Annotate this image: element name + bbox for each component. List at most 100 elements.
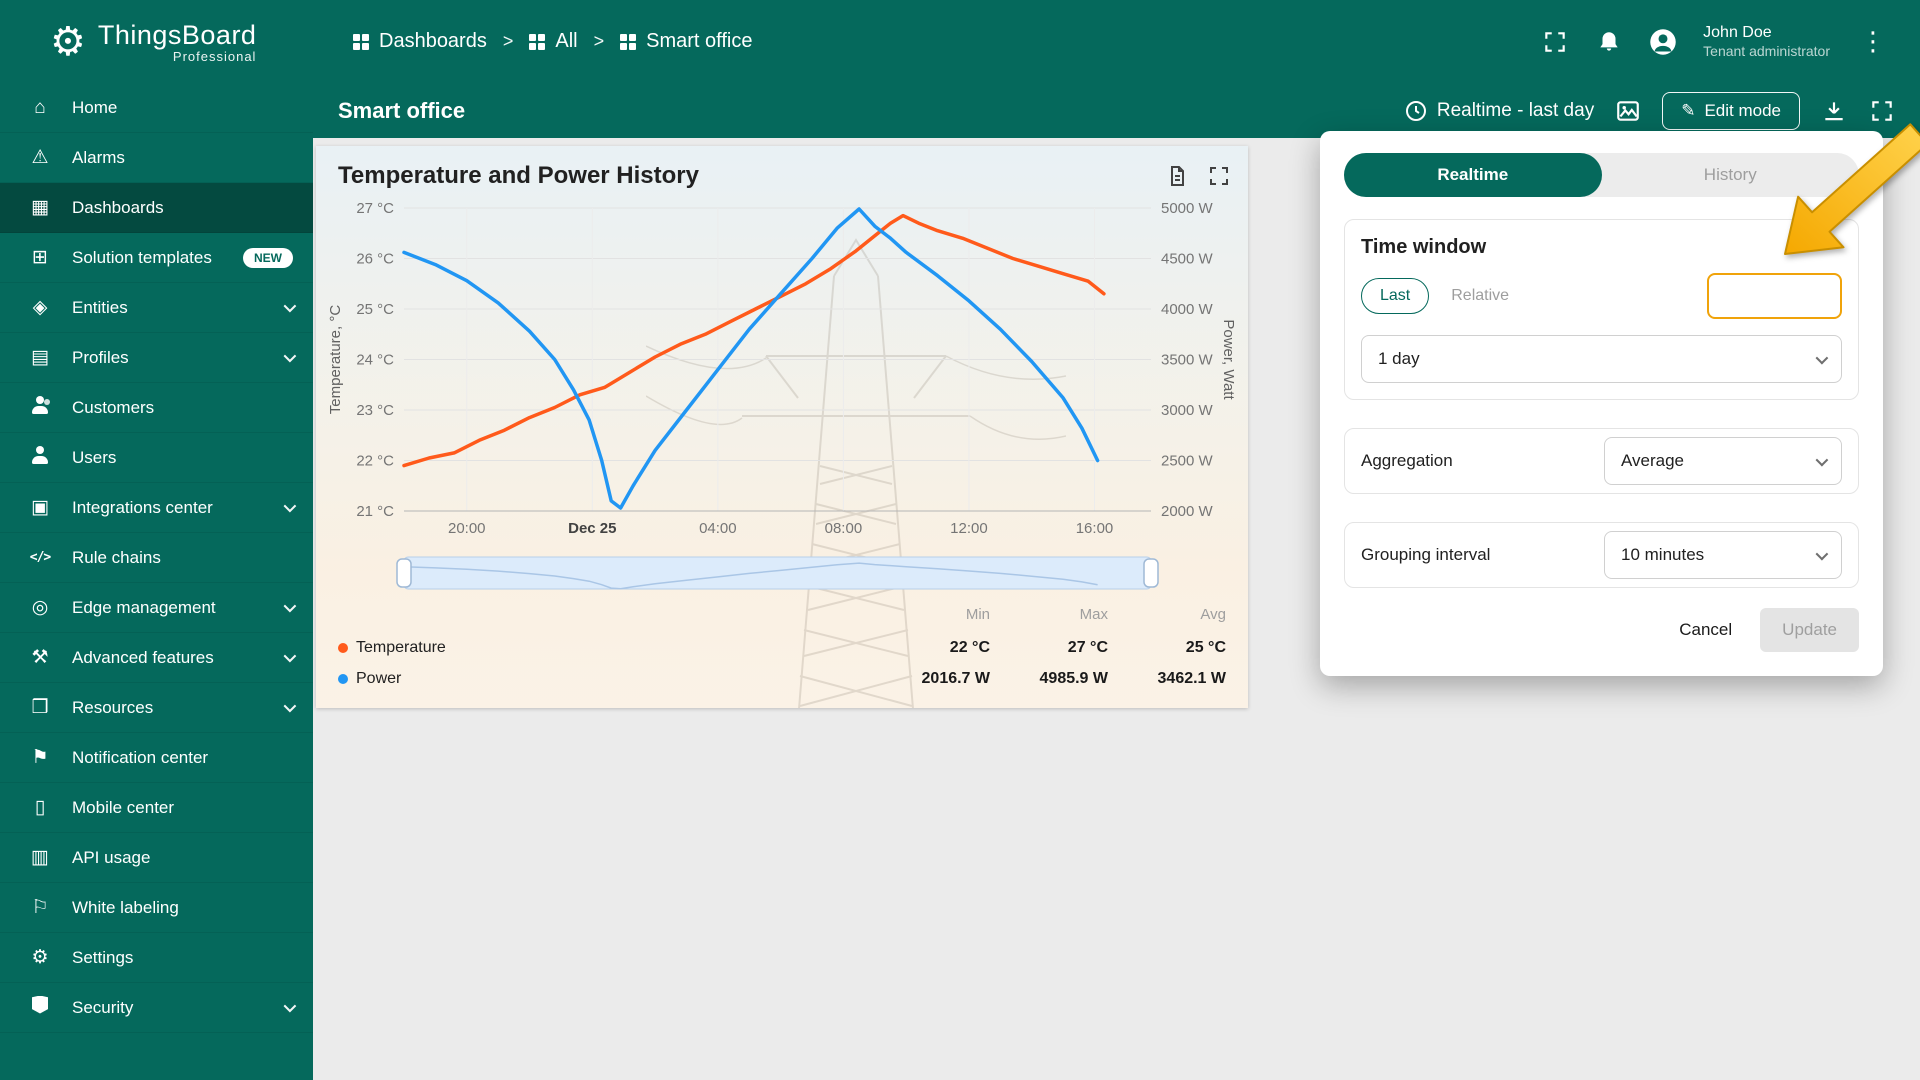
- aggregation-section: Aggregation Average: [1344, 428, 1859, 494]
- edit-mode-label: Edit mode: [1704, 100, 1781, 120]
- sidebar-item-api-usage[interactable]: ▥ API usage: [0, 833, 313, 883]
- sidebar-item-settings[interactable]: ⚙ Settings: [0, 933, 313, 983]
- svg-text:Power, Watt: Power, Watt: [1220, 319, 1237, 400]
- highlighted-empty-field[interactable]: [1707, 273, 1842, 319]
- tab-realtime[interactable]: Realtime: [1344, 153, 1602, 197]
- mode-relative-chip[interactable]: Relative: [1433, 279, 1527, 313]
- breadcrumb-label: Dashboards: [379, 30, 487, 52]
- breadcrumb-item-dashboards[interactable]: Dashboards: [353, 30, 487, 53]
- slider-left-handle[interactable]: [396, 558, 412, 588]
- image-gallery-icon[interactable]: [1614, 97, 1642, 125]
- interval-mode-toggle: Last Relative: [1361, 278, 1527, 314]
- stats-header-max: Max: [1079, 606, 1108, 623]
- mobile-center-icon: ▯: [34, 797, 46, 818]
- app-name: ThingsBoard: [97, 19, 257, 50]
- chart-svg[interactable]: 21 °C 22 °C 23 °C 24 °C 25 °C 26 °C 27 °C 2000 …: [316, 186, 1248, 616]
- entities-icon: ◈: [32, 297, 48, 318]
- chevron-down-icon: [1815, 351, 1829, 364]
- sidebar-item-notification-center[interactable]: ⚑ Notification center: [0, 733, 313, 783]
- sidebar-item-security[interactable]: Security: [0, 983, 313, 1033]
- breadcrumb-separator: >: [502, 31, 514, 51]
- sidebar-item-integrations-center[interactable]: ▣ Integrations center: [0, 483, 313, 533]
- breadcrumb-item-smart-office[interactable]: Smart office: [620, 30, 752, 53]
- user-role: Tenant administrator: [1703, 42, 1830, 59]
- fullscreen-icon[interactable]: [1541, 28, 1569, 56]
- sidebar-item-label: Users: [72, 447, 117, 467]
- sidebar-item-rule-chains[interactable]: </> Rule chains: [0, 533, 313, 583]
- svg-text:24 °C: 24 °C: [356, 352, 394, 369]
- home-icon: ⌂: [34, 96, 46, 118]
- user-info[interactable]: John Doe Tenant administrator: [1703, 23, 1830, 61]
- aggregation-select-value: Average: [1621, 451, 1685, 470]
- widget-fullscreen-icon[interactable]: [1206, 163, 1232, 189]
- cancel-button[interactable]: Cancel: [1665, 610, 1746, 650]
- svg-text:2000 W: 2000 W: [1161, 503, 1214, 520]
- sidebar-item-mobile-center[interactable]: ▯ Mobile center: [0, 783, 313, 833]
- tab-history[interactable]: History: [1602, 153, 1860, 197]
- timewindow-label: Realtime - last day: [1436, 99, 1595, 121]
- avatar[interactable]: [1649, 28, 1677, 56]
- export-data-icon[interactable]: [1164, 163, 1190, 189]
- legend-item-power[interactable]: Power: [338, 663, 872, 694]
- sidebar-item-solution-templates[interactable]: ⊞ Solution templates NEW: [0, 233, 313, 283]
- sidebar-item-label: Resources: [72, 697, 154, 717]
- sidebar-item-label: Alarms: [72, 147, 125, 167]
- grouping-interval-select[interactable]: 10 minutes: [1604, 531, 1842, 579]
- breadcrumb-item-all[interactable]: All: [529, 30, 578, 53]
- widget-title: Temperature and Power History: [338, 162, 699, 189]
- sidebar: ⌂ Home ⚠ Alarms ▦ Dashboards ⊞ Solution …: [0, 83, 313, 1080]
- sidebar-item-white-labeling[interactable]: ⚐ White labeling: [0, 883, 313, 933]
- chevron-down-icon: [283, 299, 297, 313]
- sidebar-item-dashboards[interactable]: ▦ Dashboards: [0, 183, 313, 233]
- chevron-down-icon: [283, 499, 297, 513]
- settings-icon: ⚙: [31, 947, 49, 968]
- interval-select[interactable]: 1 day: [1361, 335, 1842, 383]
- profiles-icon: ▤: [31, 347, 49, 368]
- svg-text:23 °C: 23 °C: [356, 402, 394, 419]
- legend-item-temperature[interactable]: Temperature: [338, 632, 872, 663]
- svg-text:20:00: 20:00: [448, 520, 486, 537]
- sidebar-item-edge-management[interactable]: ◎ Edge management: [0, 583, 313, 633]
- slider-right-handle[interactable]: [1143, 558, 1159, 588]
- dashboard-fullscreen-icon[interactable]: [1868, 97, 1896, 125]
- download-icon[interactable]: [1820, 97, 1848, 125]
- svg-text:2500 W: 2500 W: [1161, 453, 1214, 470]
- logo-gear-icon: ⚙: [50, 19, 86, 64]
- svg-text:27 °C: 27 °C: [356, 200, 394, 217]
- svg-text:26 °C: 26 °C: [356, 251, 394, 268]
- notifications-bell-icon[interactable]: [1595, 28, 1623, 56]
- chevron-down-icon: [283, 599, 297, 613]
- sidebar-item-entities[interactable]: ◈ Entities: [0, 283, 313, 333]
- sidebar-item-label: Home: [72, 97, 118, 117]
- sidebar-item-label: Notification center: [72, 747, 209, 767]
- app-logo[interactable]: ⚙ ThingsBoard Professional: [0, 20, 313, 64]
- security-shield-icon: [32, 995, 48, 1014]
- sidebar-item-profiles[interactable]: ▤ Profiles: [0, 333, 313, 383]
- grouping-interval-select-value: 10 minutes: [1621, 545, 1705, 564]
- timewindow-tabs: Realtime History: [1344, 153, 1859, 197]
- sidebar-item-customers[interactable]: Customers: [0, 383, 313, 433]
- mode-last-chip[interactable]: Last: [1361, 278, 1430, 314]
- sidebar-item-alarms[interactable]: ⚠ Alarms: [0, 133, 313, 183]
- sidebar-item-advanced-features[interactable]: ⚒ Advanced features: [0, 633, 313, 683]
- timewindow-button[interactable]: Realtime - last day: [1404, 99, 1594, 123]
- dashboard-toolbar: Smart office Realtime - last day ✎ Edit …: [313, 83, 1920, 138]
- aggregation-select[interactable]: Average: [1604, 437, 1842, 485]
- update-button[interactable]: Update: [1760, 608, 1859, 652]
- stats-header-avg: Avg: [1200, 606, 1226, 623]
- power-avg-value: 3462.1 W: [1157, 669, 1226, 687]
- chevron-down-icon: [283, 999, 297, 1013]
- sidebar-item-resources[interactable]: ❒ Resources: [0, 683, 313, 733]
- sidebar-item-home[interactable]: ⌂ Home: [0, 83, 313, 133]
- power-series-dot: [338, 673, 348, 684]
- legend-stats: Min Max Avg Temperature 22 °C 27 °C 25 °…: [338, 606, 1226, 694]
- sidebar-item-users[interactable]: Users: [0, 433, 313, 483]
- edit-mode-button[interactable]: ✎ Edit mode: [1662, 91, 1800, 130]
- svg-text:04:00: 04:00: [699, 520, 737, 537]
- kebab-menu-icon[interactable]: ⋮: [1856, 26, 1890, 57]
- integrations-center-icon: ▣: [31, 497, 49, 518]
- legend-label: Temperature: [356, 638, 446, 656]
- legend-label: Power: [356, 669, 402, 687]
- customers-icon: [30, 395, 50, 414]
- time-window-popup: Realtime History Time window Last Relati…: [1320, 131, 1883, 676]
